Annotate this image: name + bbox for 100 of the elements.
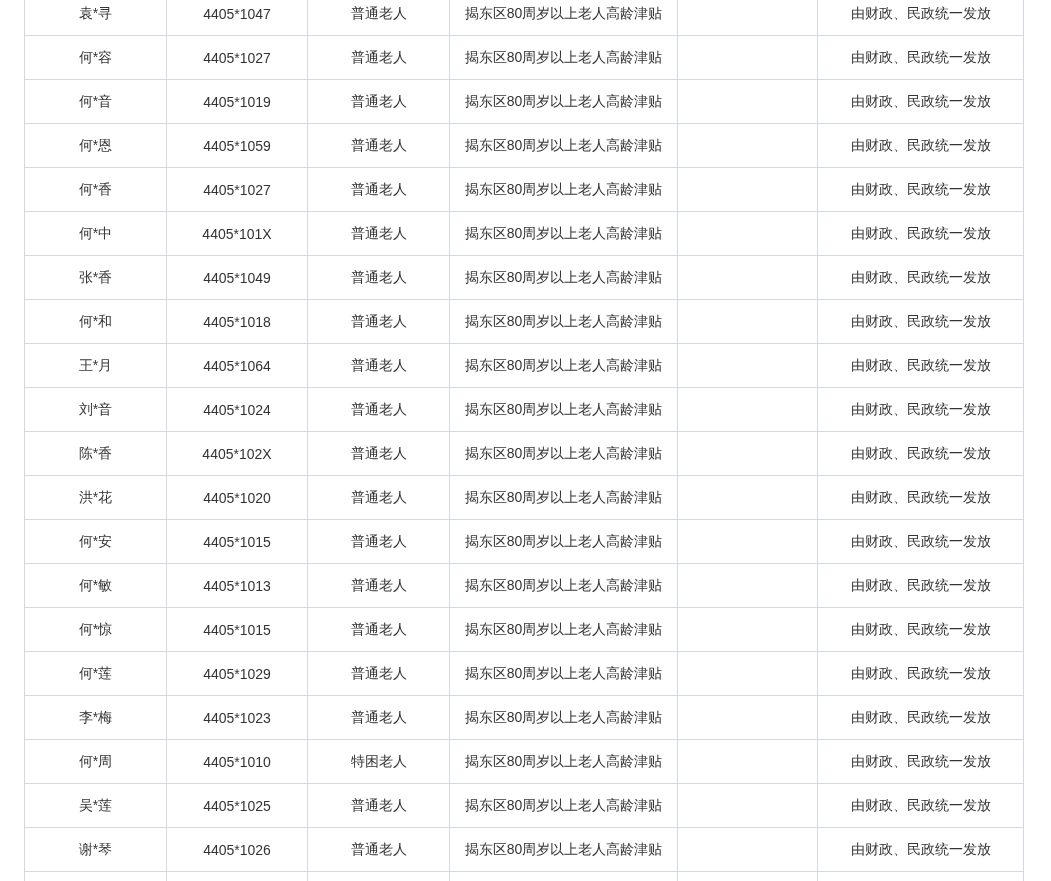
payment-note-text: 由财政、民政统一发放 bbox=[850, 664, 991, 681]
category-text: 普通老人 bbox=[350, 4, 407, 21]
payment-note-text: 由财政、民政统一发放 bbox=[850, 312, 991, 329]
subsidy-text: 揭东区80周岁以上老人高龄津贴 bbox=[464, 224, 663, 241]
category-text: 普通老人 bbox=[350, 268, 407, 285]
payment-note-text: 由财政、民政统一发放 bbox=[850, 840, 991, 857]
category-text: 普通老人 bbox=[350, 576, 407, 593]
subsidy-text: 揭东区80周岁以上老人高龄津贴 bbox=[464, 796, 663, 813]
id-number-text: 4405*1027 bbox=[203, 49, 271, 66]
subsidy-text: 揭东区80周岁以上老人高龄津贴 bbox=[464, 488, 663, 505]
subsidy-text: 揭东区80周岁以上老人高龄津贴 bbox=[464, 576, 663, 593]
id-number-text: 4405*1019 bbox=[203, 93, 271, 110]
id-number-text: 4405*1059 bbox=[203, 137, 271, 154]
category-text: 普通老人 bbox=[350, 708, 407, 725]
id-number-text: 4405*1023 bbox=[203, 709, 271, 726]
name-text: 何*安 bbox=[78, 532, 113, 549]
id-number-text: 4405*102X bbox=[202, 445, 272, 462]
name-text: 洪*花 bbox=[78, 488, 113, 505]
category-text: 普通老人 bbox=[350, 356, 407, 373]
payment-note-text: 由财政、民政统一发放 bbox=[850, 224, 991, 241]
payment-note-text: 由财政、民政统一发放 bbox=[850, 488, 991, 505]
subsidy-text: 揭东区80周岁以上老人高龄津贴 bbox=[464, 532, 663, 549]
name-text: 何*中 bbox=[78, 224, 113, 241]
name-text: 李*梅 bbox=[78, 708, 113, 725]
id-number-text: 4405*1024 bbox=[203, 401, 271, 418]
category-text: 普通老人 bbox=[350, 444, 407, 461]
id-number-text: 4405*1018 bbox=[203, 313, 271, 330]
payment-note-text: 由财政、民政统一发放 bbox=[850, 708, 991, 725]
subsidy-text: 揭东区80周岁以上老人高龄津贴 bbox=[464, 92, 663, 109]
name-text: 谢*琴 bbox=[78, 840, 113, 857]
category-text: 普通老人 bbox=[350, 224, 407, 241]
name-text: 吴*莲 bbox=[78, 796, 113, 813]
id-number-text: 4405*1020 bbox=[203, 489, 271, 506]
subsidy-text: 揭东区80周岁以上老人高龄津贴 bbox=[464, 840, 663, 857]
name-text: 何*恩 bbox=[78, 136, 113, 153]
subsidy-text: 揭东区80周岁以上老人高龄津贴 bbox=[464, 268, 663, 285]
id-number-text: 4405*101X bbox=[202, 225, 272, 242]
subsidy-text: 揭东区80周岁以上老人高龄津贴 bbox=[464, 708, 663, 725]
id-number-text: 4405*1026 bbox=[203, 841, 271, 858]
subsidy-text: 揭东区80周岁以上老人高龄津贴 bbox=[464, 48, 663, 65]
category-text: 普通老人 bbox=[350, 92, 407, 109]
category-text: 普通老人 bbox=[350, 840, 407, 857]
name-text: 何*香 bbox=[78, 180, 113, 197]
payment-note-text: 由财政、民政统一发放 bbox=[850, 576, 991, 593]
payment-note-text: 由财政、民政统一发放 bbox=[850, 620, 991, 637]
payment-note-text: 由财政、民政统一发放 bbox=[850, 444, 991, 461]
id-number-text: 4405*1025 bbox=[203, 797, 271, 814]
category-text: 普通老人 bbox=[350, 136, 407, 153]
id-number-text: 4405*1015 bbox=[203, 621, 271, 638]
category-text: 普通老人 bbox=[350, 620, 407, 637]
subsidy-text: 揭东区80周岁以上老人高龄津贴 bbox=[464, 180, 663, 197]
name-text: 何*敏 bbox=[78, 576, 113, 593]
payment-note-text: 由财政、民政统一发放 bbox=[850, 4, 991, 21]
category-text: 普通老人 bbox=[350, 664, 407, 681]
id-number-text: 4405*1013 bbox=[203, 577, 271, 594]
name-text: 袁*寻 bbox=[78, 4, 113, 21]
name-text: 王*月 bbox=[78, 356, 113, 373]
name-text: 张*香 bbox=[78, 268, 113, 285]
name-text: 何*容 bbox=[78, 48, 113, 65]
category-text: 普通老人 bbox=[350, 488, 407, 505]
payment-note-text: 由财政、民政统一发放 bbox=[850, 48, 991, 65]
id-number-text: 4405*1049 bbox=[203, 269, 271, 286]
id-number-text: 4405*1015 bbox=[203, 533, 271, 550]
category-text: 普通老人 bbox=[350, 532, 407, 549]
category-text: 普通老人 bbox=[350, 400, 407, 417]
category-text: 特困老人 bbox=[350, 752, 407, 769]
name-text: 刘*音 bbox=[78, 400, 113, 417]
subsidy-text: 揭东区80周岁以上老人高龄津贴 bbox=[464, 356, 663, 373]
subsidy-text: 揭东区80周岁以上老人高龄津贴 bbox=[464, 400, 663, 417]
payment-note-text: 由财政、民政统一发放 bbox=[850, 268, 991, 285]
name-text: 何*莲 bbox=[78, 664, 113, 681]
category-text: 普通老人 bbox=[350, 796, 407, 813]
payment-note-text: 由财政、民政统一发放 bbox=[850, 752, 991, 769]
category-text: 普通老人 bbox=[350, 312, 407, 329]
subsidy-text: 揭东区80周岁以上老人高龄津贴 bbox=[464, 752, 663, 769]
subsidy-text: 揭东区80周岁以上老人高龄津贴 bbox=[464, 4, 663, 21]
name-text: 何*惊 bbox=[78, 620, 113, 637]
category-text: 普通老人 bbox=[350, 48, 407, 65]
id-number-text: 4405*1047 bbox=[203, 5, 271, 22]
id-number-text: 4405*1027 bbox=[203, 181, 271, 198]
id-number-text: 4405*1010 bbox=[203, 753, 271, 770]
id-number-text: 4405*1064 bbox=[203, 357, 271, 374]
name-text: 何*周 bbox=[78, 752, 113, 769]
payment-note-text: 由财政、民政统一发放 bbox=[850, 92, 991, 109]
id-number-text: 4405*1029 bbox=[203, 665, 271, 682]
subsidy-text: 揭东区80周岁以上老人高龄津贴 bbox=[464, 444, 663, 461]
payment-note-text: 由财政、民政统一发放 bbox=[850, 532, 991, 549]
subsidy-text: 揭东区80周岁以上老人高龄津贴 bbox=[464, 312, 663, 329]
payment-note-text: 由财政、民政统一发放 bbox=[850, 180, 991, 197]
category-text: 普通老人 bbox=[350, 180, 407, 197]
name-text: 何*和 bbox=[78, 312, 113, 329]
payment-note-text: 由财政、民政统一发放 bbox=[850, 356, 991, 373]
subsidy-text: 揭东区80周岁以上老人高龄津贴 bbox=[464, 620, 663, 637]
name-text: 何*音 bbox=[78, 92, 113, 109]
payment-note-text: 由财政、民政统一发放 bbox=[850, 136, 991, 153]
subsidy-text: 揭东区80周岁以上老人高龄津贴 bbox=[464, 136, 663, 153]
payment-note-text: 由财政、民政统一发放 bbox=[850, 796, 991, 813]
name-text: 陈*香 bbox=[78, 444, 113, 461]
subsidy-text: 揭东区80周岁以上老人高龄津贴 bbox=[464, 664, 663, 681]
payment-note-text: 由财政、民政统一发放 bbox=[850, 400, 991, 417]
